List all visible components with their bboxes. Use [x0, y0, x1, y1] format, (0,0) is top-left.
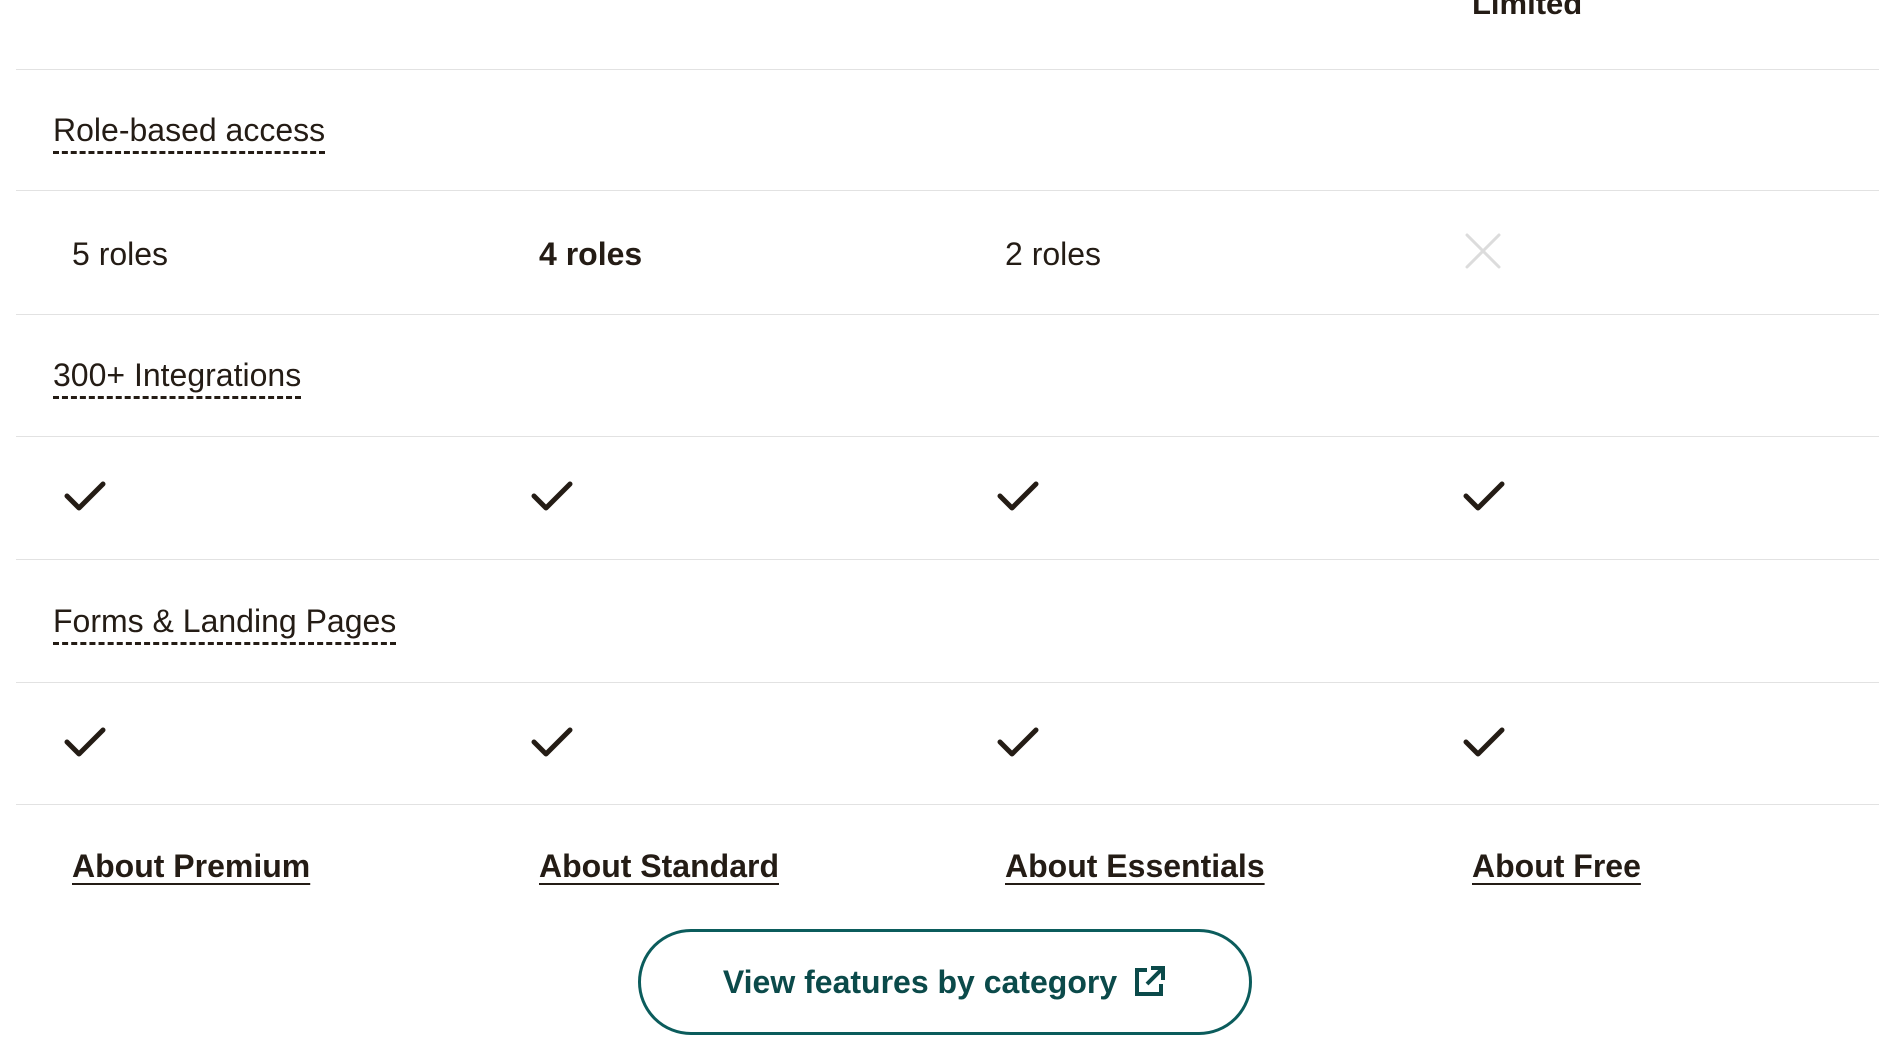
feature-label-forms-landing-pages[interactable]: Forms & Landing Pages [53, 603, 396, 640]
included-checkmark-icon [1463, 481, 1505, 511]
included-checkmark-icon [531, 481, 573, 511]
row-divider [16, 682, 1879, 683]
feature-label-role-based-access[interactable]: Role-based access [53, 112, 325, 149]
row-divider [16, 436, 1879, 437]
standard-role-based-access-value: 4 roles [539, 236, 643, 272]
premium-role-based-access-value: 5 roles [72, 236, 169, 272]
external-link-icon [1135, 966, 1166, 996]
row-divider [16, 314, 1879, 315]
about-essentials-link[interactable]: About Essentials [1005, 848, 1265, 885]
row-divider [16, 69, 1879, 70]
included-checkmark-icon [997, 727, 1039, 757]
not-included-x-icon [1465, 233, 1501, 269]
about-premium-link[interactable]: About Premium [72, 848, 310, 885]
free-partial-value: Limited [1472, 0, 1583, 21]
view-features-by-category-label: View features by category [722, 963, 1118, 1000]
included-checkmark-icon [531, 727, 573, 757]
included-checkmark-icon [64, 727, 106, 757]
included-checkmark-icon [64, 481, 106, 511]
included-checkmark-icon [1463, 727, 1505, 757]
feature-label-integrations[interactable]: 300+ Integrations [53, 357, 301, 394]
row-divider [16, 804, 1879, 805]
view-features-by-category-button[interactable]: View features by category [638, 929, 1252, 1035]
about-standard-link[interactable]: About Standard [539, 848, 779, 885]
about-free-link[interactable]: About Free [1472, 848, 1641, 885]
essentials-role-based-access-value: 2 roles [1005, 236, 1102, 272]
row-divider [16, 559, 1879, 560]
included-checkmark-icon [997, 481, 1039, 511]
pricing-comparison-table: Limited Role-based access 5 roles 4 role… [0, 0, 1879, 1039]
row-divider [16, 190, 1879, 191]
